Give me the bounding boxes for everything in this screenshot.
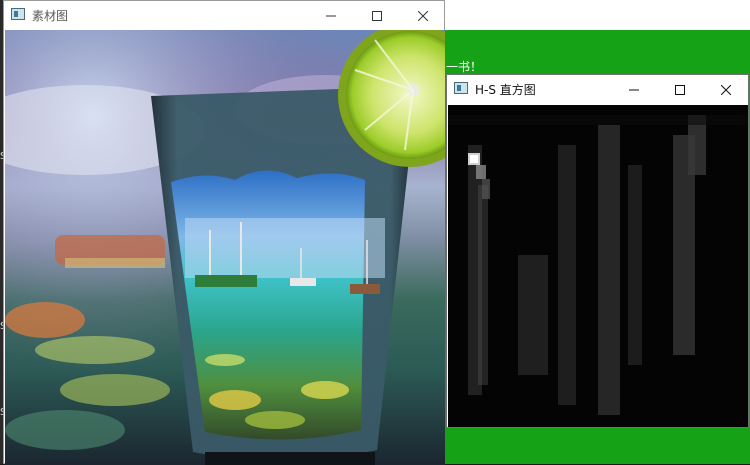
close-icon — [418, 10, 428, 21]
app-icon — [454, 82, 468, 94]
background-titlebar — [444, 0, 750, 30]
minimize-icon — [326, 15, 336, 16]
glass-photo-illustration — [5, 30, 445, 465]
source-image — [5, 30, 445, 465]
app-icon — [11, 8, 25, 20]
hs-window-titlebar[interactable]: H-S 直方图 — [447, 75, 748, 104]
hs-histogram-image — [448, 105, 748, 427]
maximize-button[interactable] — [657, 75, 703, 104]
minimize-button[interactable] — [308, 1, 354, 30]
minimize-button[interactable] — [611, 75, 657, 104]
maximize-icon — [675, 84, 685, 95]
image-window[interactable]: 素材图 — [3, 0, 445, 465]
maximize-button[interactable] — [354, 1, 400, 30]
window-title: H-S 直方图 — [475, 83, 536, 97]
minimize-icon — [629, 89, 639, 90]
image-window-titlebar[interactable]: 素材图 — [4, 1, 444, 30]
background-window-text: 一书！ — [446, 60, 483, 74]
close-icon — [721, 84, 731, 95]
hs-histogram-window[interactable]: H-S 直方图 — [446, 74, 749, 428]
hs-histogram-graphic — [448, 105, 748, 427]
maximize-icon — [372, 10, 382, 21]
close-button[interactable] — [703, 75, 749, 104]
window-title: 素材图 — [32, 9, 69, 23]
close-button[interactable] — [400, 1, 446, 30]
